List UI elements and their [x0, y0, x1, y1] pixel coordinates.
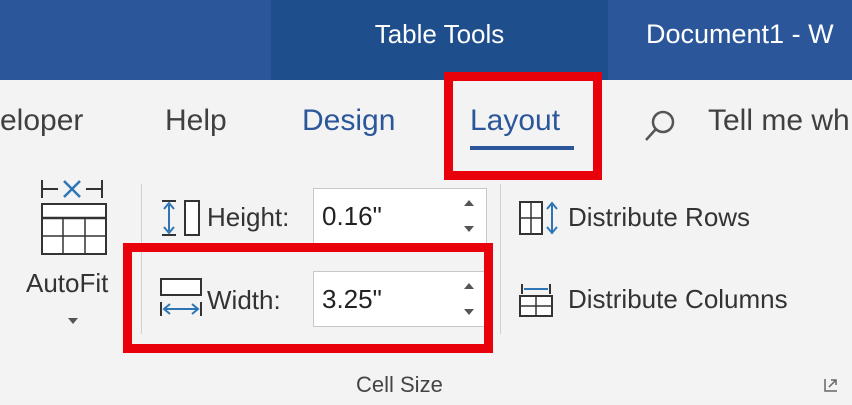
distribute-columns-icon — [519, 284, 553, 317]
dialog-launcher-icon[interactable] — [824, 378, 838, 392]
table-tools-label: Table Tools — [374, 19, 505, 49]
autofit-table-icon — [41, 180, 107, 255]
highlight-layout-tab — [444, 72, 602, 180]
ribbon-tab-bar: eloper Help Design Layout Tell me wh — [0, 80, 852, 164]
tell-me-search[interactable]: Tell me wh — [708, 104, 850, 138]
distribute-rows-icon — [519, 201, 558, 235]
distribute-columns-button[interactable]: Distribute Columns — [518, 280, 848, 320]
cell-size-group-title: Cell Size — [356, 372, 443, 397]
row-height-icon — [162, 200, 200, 236]
height-value[interactable]: 0.16" — [322, 189, 382, 243]
document-title: Document1 - W — [646, 19, 834, 49]
height-label: Height: — [207, 202, 290, 232]
distribute-rows-button[interactable]: Distribute Rows — [518, 198, 818, 238]
tab-help[interactable]: Help — [165, 104, 227, 138]
title-bar: Table Tools Document1 - W — [0, 0, 852, 80]
highlight-width-field — [123, 243, 493, 353]
autofit-label[interactable]: AutoFit — [26, 268, 108, 299]
group-separator — [500, 184, 501, 334]
search-icon[interactable] — [643, 108, 679, 144]
contextual-tab-header: Table Tools — [271, 0, 608, 80]
autofit-button[interactable] — [36, 174, 116, 269]
distribute-rows-label[interactable]: Distribute Rows — [568, 202, 750, 233]
tab-design[interactable]: Design — [302, 104, 395, 138]
height-spin-arrows-icon[interactable] — [462, 197, 476, 235]
tab-developer[interactable]: eloper — [0, 104, 83, 138]
chevron-down-icon[interactable] — [66, 316, 80, 326]
distribute-columns-label[interactable]: Distribute Columns — [568, 284, 788, 315]
height-spinbox[interactable]: 0.16" — [313, 188, 487, 244]
